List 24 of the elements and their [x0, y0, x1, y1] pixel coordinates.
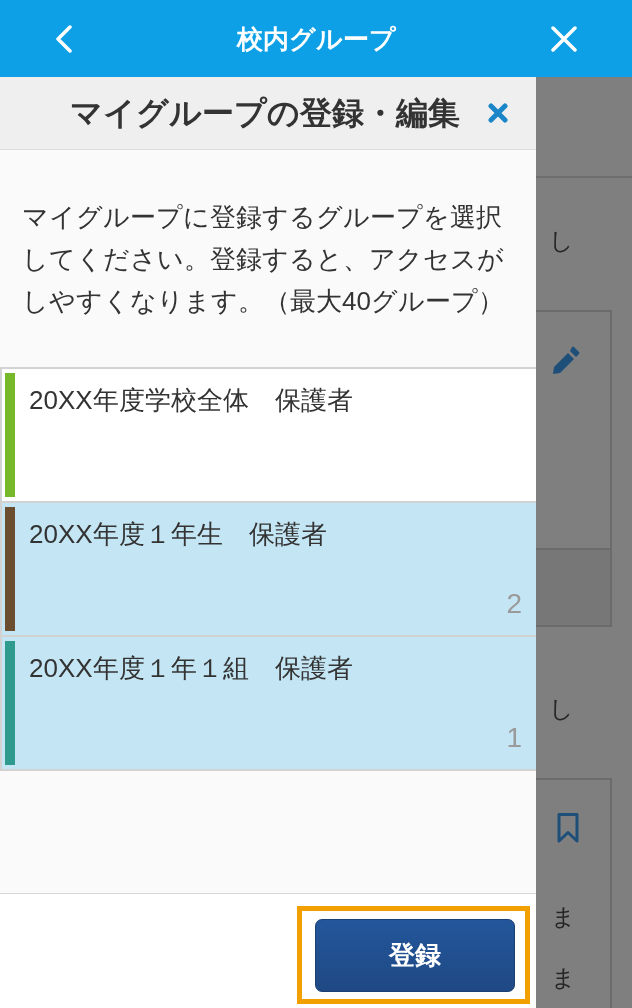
- order-number: 2: [506, 587, 522, 621]
- group-row[interactable]: 20XX年度１年１組 保護者 1: [2, 637, 536, 771]
- background-text: し: [549, 226, 574, 256]
- chevron-left-icon: [55, 24, 73, 53]
- back-button[interactable]: [55, 24, 73, 53]
- background-text: ま: [551, 963, 576, 993]
- pencil-icon: [553, 346, 580, 374]
- group-label: 20XX年度１年生 保護者: [29, 518, 327, 551]
- dialog-title: マイグループの登録・編集: [70, 94, 460, 133]
- group-label: 20XX年度１年１組 保護者: [29, 652, 353, 685]
- register-button[interactable]: 登録: [315, 919, 515, 992]
- group-row[interactable]: 20XX年度学校全体 保護者: [2, 369, 536, 503]
- bookmark-icon: [557, 813, 579, 843]
- close-icon: [551, 25, 577, 52]
- group-row[interactable]: 20XX年度１年生 保護者 2: [2, 503, 536, 637]
- group-label: 20XX年度学校全体 保護者: [29, 384, 353, 417]
- background-text: し: [549, 694, 574, 724]
- dialog-close-button[interactable]: [488, 103, 508, 123]
- close-icon: [488, 103, 508, 123]
- page-title: 校内グループ: [236, 22, 396, 56]
- order-number: 1: [506, 721, 522, 755]
- close-button[interactable]: [551, 25, 577, 52]
- description-text: マイグループに登録するグループを選択してください。登録すると、アクセスがしやすくなります。（最大40グループ）: [21, 201, 505, 318]
- background-text: ま: [551, 902, 576, 932]
